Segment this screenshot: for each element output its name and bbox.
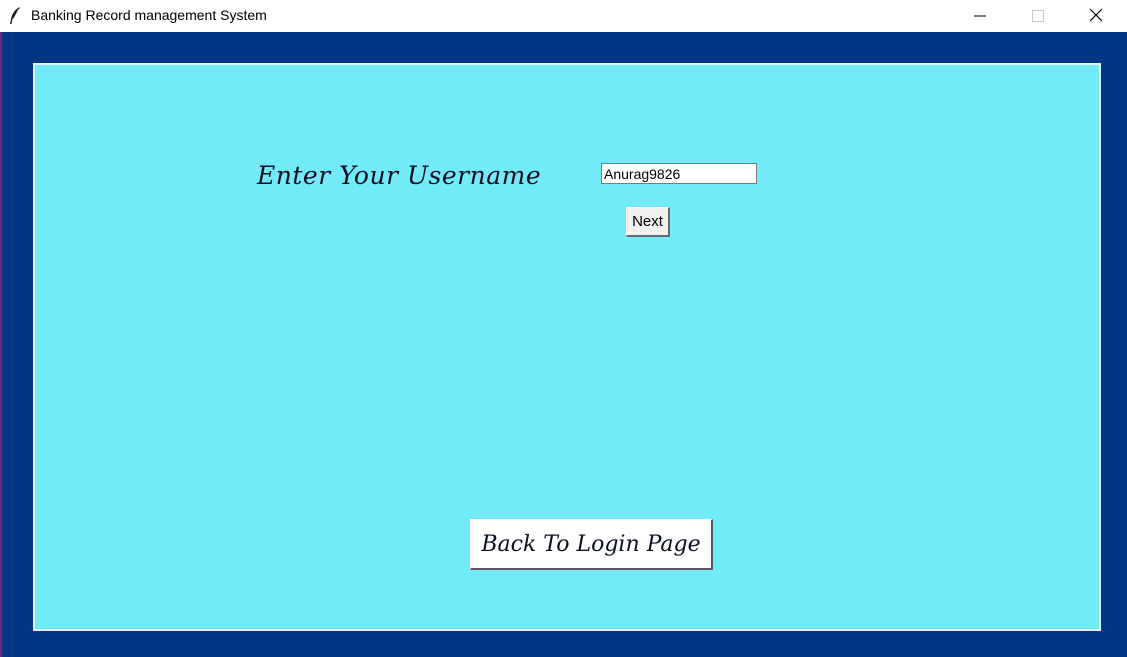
minimize-button[interactable] — [957, 0, 1003, 32]
close-icon — [1089, 7, 1103, 26]
window-title: Banking Record management System — [31, 7, 267, 23]
title-bar[interactable]: Banking Record management System — [0, 0, 1127, 32]
minimize-icon — [974, 7, 986, 26]
app-window: Banking Record management System Enter Y… — [0, 0, 1127, 657]
maximize-icon — [1032, 7, 1044, 26]
username-input[interactable] — [601, 163, 757, 184]
feather-icon — [7, 6, 23, 26]
close-button[interactable] — [1073, 0, 1119, 32]
next-button[interactable]: Next — [626, 207, 670, 237]
back-to-login-button[interactable]: Back To Login Page — [470, 519, 713, 570]
username-label: Enter Your Username — [257, 161, 542, 190]
maximize-button[interactable] — [1015, 0, 1061, 32]
